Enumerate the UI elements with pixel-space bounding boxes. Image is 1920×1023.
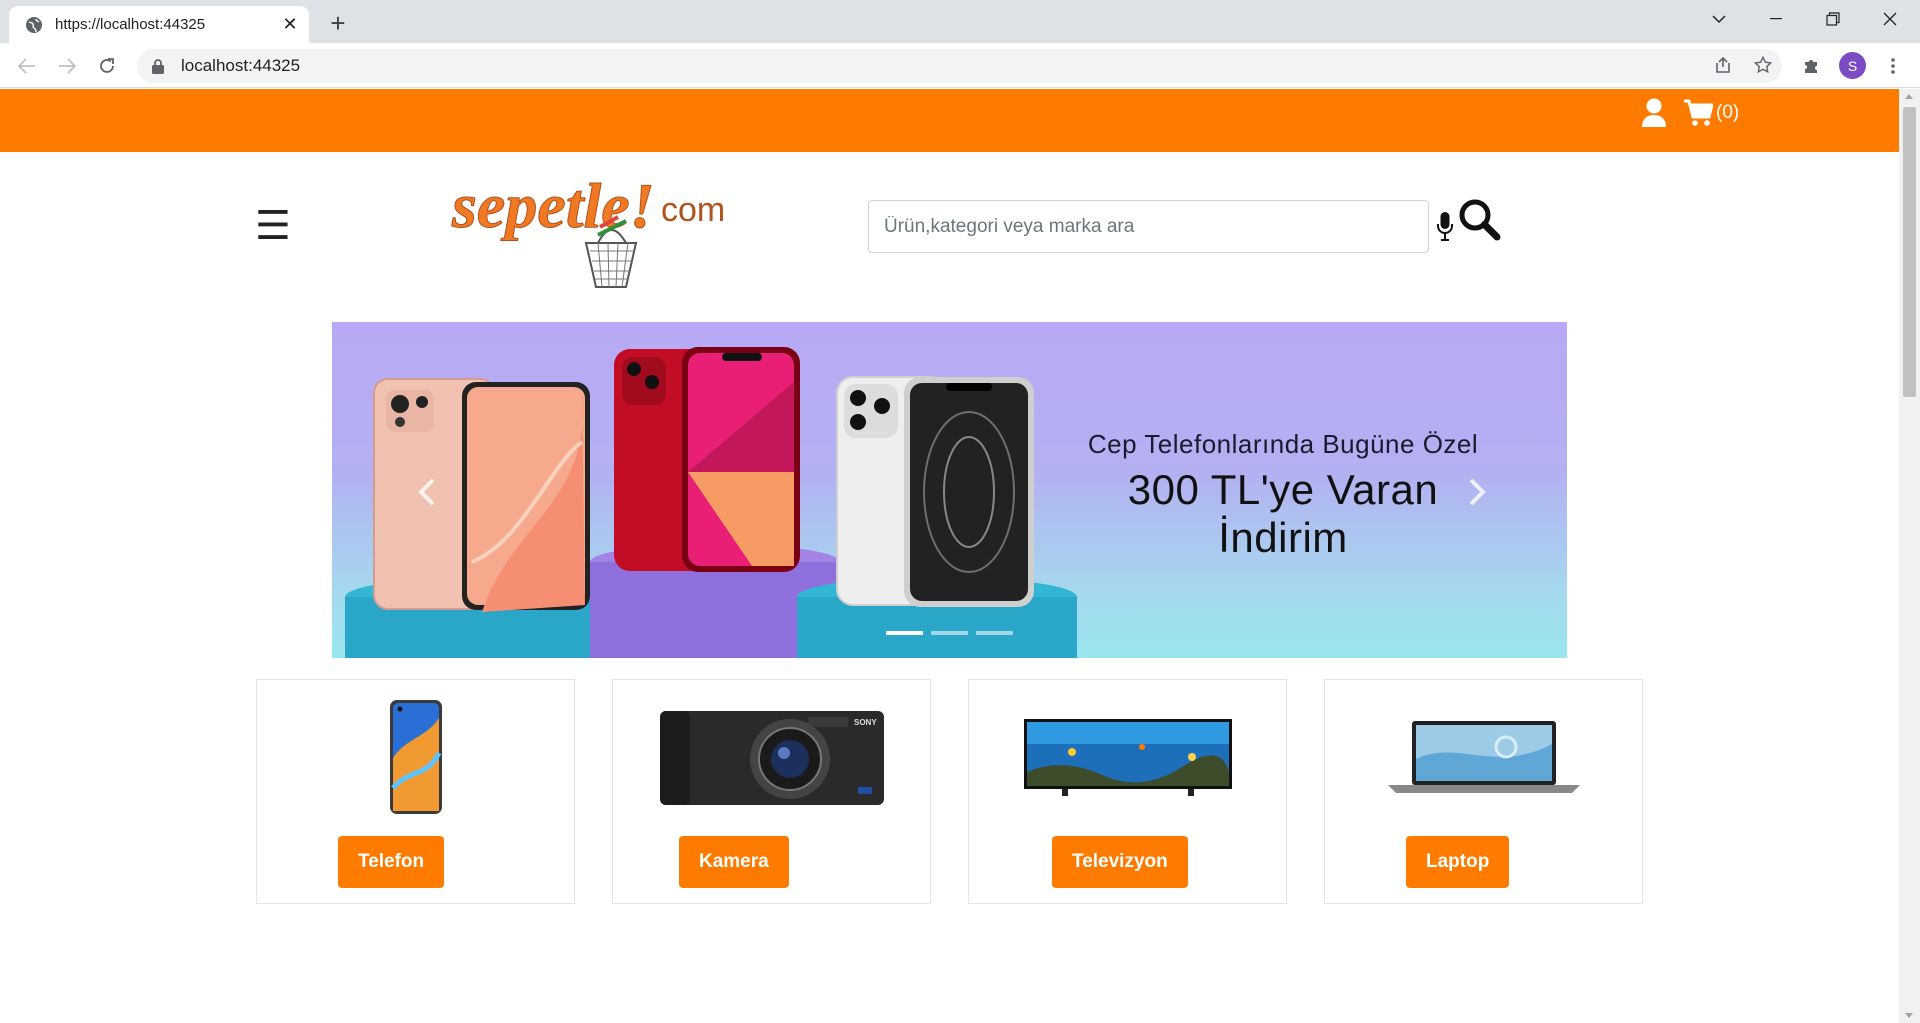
category-cards: Telefon SONY Kamera Televizyon Laptop	[256, 679, 1643, 905]
browser-menu-icon[interactable]	[1880, 51, 1906, 81]
back-button[interactable]	[12, 51, 42, 81]
forward-button[interactable]	[52, 51, 82, 81]
scroll-up-arrow-icon[interactable]	[1905, 94, 1913, 99]
category-button-laptop[interactable]: Laptop	[1406, 836, 1510, 888]
new-tab-button[interactable]: +	[324, 8, 352, 38]
extensions-puzzle-icon[interactable]	[1797, 50, 1827, 80]
carousel-prev-icon[interactable]	[412, 472, 442, 512]
category-button-kamera[interactable]: Kamera	[679, 836, 789, 888]
page-scrollbar[interactable]	[1899, 89, 1920, 1023]
browser-tab[interactable]: https://localhost:44325 ✕	[9, 6, 309, 43]
banner-headline-line2: İndirim	[1218, 514, 1348, 561]
banner-headline-line1: 300 TL'ye Varan	[1127, 466, 1439, 513]
banner-headline: 300 TL'ye Varan İndirim	[1063, 466, 1503, 562]
url-text: localhost:44325	[181, 56, 301, 75]
search-input[interactable]	[868, 200, 1429, 253]
search-icon[interactable]	[1457, 197, 1501, 241]
tab-title: https://localhost:44325	[55, 16, 206, 33]
promo-carousel[interactable]: Cep Telefonlarında Bugüne Özel 300 TL'ye…	[332, 322, 1567, 658]
bookmark-star-icon[interactable]	[1748, 50, 1778, 80]
carousel-indicator[interactable]	[931, 631, 968, 635]
cart-count[interactable]: (0)	[1716, 102, 1739, 124]
carousel-indicator[interactable]	[886, 631, 923, 635]
svg-text:SONY: SONY	[854, 718, 877, 727]
category-card-laptop[interactable]: Laptop	[1324, 679, 1643, 904]
reload-button[interactable]	[92, 51, 122, 81]
svg-text:sepetle!: sepetle!	[451, 170, 655, 241]
restore-button[interactable]	[1805, 0, 1861, 38]
globe-icon	[26, 16, 42, 33]
page-viewport: (0) ☰ sepetle! com Ürün,kategori veya ma…	[0, 89, 1899, 1023]
svg-text:com: com	[661, 191, 725, 229]
tab-search-icon[interactable]	[1691, 0, 1747, 38]
profile-avatar[interactable]: S	[1839, 52, 1866, 79]
lock-icon	[152, 59, 164, 74]
share-icon[interactable]	[1708, 50, 1738, 80]
category-button-televizyon[interactable]: Televizyon	[1052, 836, 1188, 888]
browser-titlebar: https://localhost:44325 ✕ +	[0, 0, 1920, 43]
close-window-button[interactable]	[1862, 0, 1918, 38]
category-button-telefon[interactable]: Telefon	[338, 836, 445, 888]
user-icon[interactable]	[1641, 98, 1667, 128]
browser-toolbar: localhost:44325 S	[0, 43, 1920, 88]
category-card-televizyon[interactable]: Televizyon	[968, 679, 1287, 904]
scrollbar-thumb[interactable]	[1903, 107, 1916, 397]
site-logo[interactable]: sepetle! com	[448, 165, 728, 300]
category-card-kamera[interactable]: SONY Kamera	[612, 679, 931, 904]
camera-image: SONY	[613, 698, 930, 816]
laptop-image	[1325, 698, 1642, 816]
microphone-icon[interactable]	[1436, 210, 1454, 242]
shopping-cart-icon[interactable]	[1683, 99, 1713, 127]
tv-image	[969, 698, 1286, 816]
category-card-telefon[interactable]: Telefon	[256, 679, 575, 904]
carousel-indicators	[886, 631, 1013, 635]
tab-close-icon[interactable]: ✕	[281, 14, 299, 35]
minimize-button[interactable]	[1748, 0, 1804, 38]
banner-subtitle: Cep Telefonlarında Bugüne Özel	[1087, 429, 1479, 459]
address-bar[interactable]: localhost:44325	[137, 49, 1782, 83]
top-orange-bar: (0)	[0, 89, 1899, 152]
phone-image	[257, 698, 574, 816]
carousel-indicator[interactable]	[976, 631, 1013, 635]
hamburger-menu-icon[interactable]: ☰	[255, 206, 291, 246]
scroll-down-arrow-icon[interactable]	[1905, 1013, 1913, 1018]
